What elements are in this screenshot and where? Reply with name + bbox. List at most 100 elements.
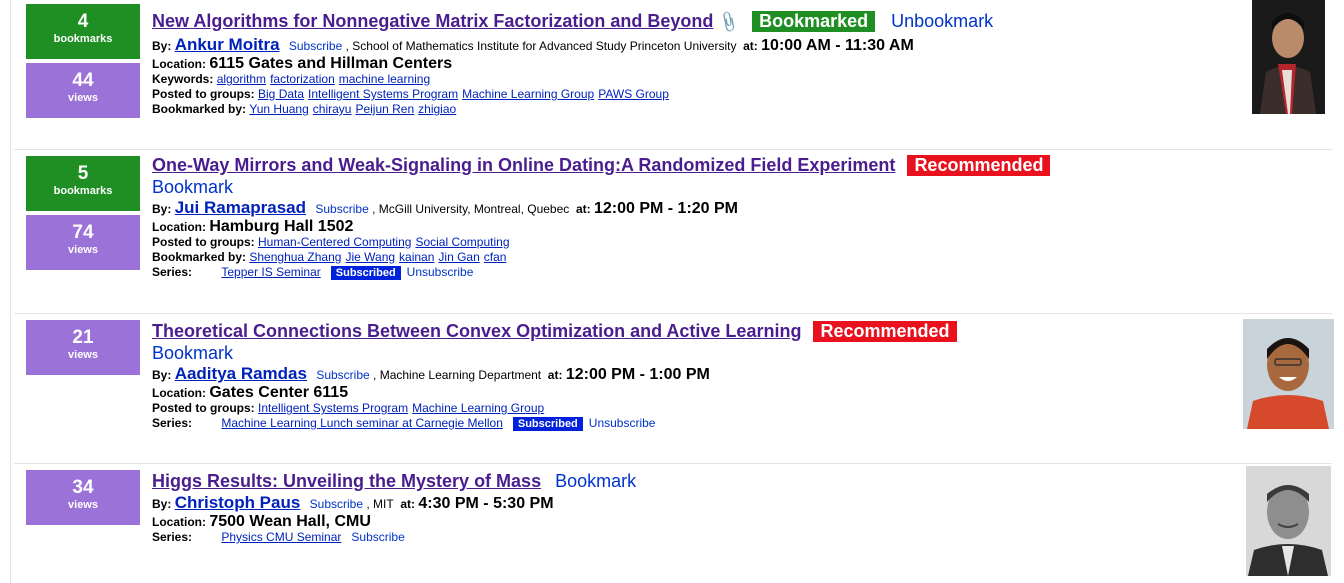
view-count: 44 [72,70,94,91]
talk-item: 5 bookmarks 74 views One-Way Mirrors and… [14,152,1332,312]
subscribe-speaker-link[interactable]: Subscribe [315,202,368,216]
speaker-link[interactable]: Aaditya Ramdas [175,364,307,383]
series-link[interactable]: Tepper IS Seminar [221,265,320,279]
user-link[interactable]: zhigiao [418,102,456,116]
user-link[interactable]: Yun Huang [249,102,308,116]
bookmark-count-label: bookmarks [53,185,113,197]
user-link[interactable]: chirayu [313,102,352,116]
bookmark-link[interactable]: Bookmark [555,471,636,491]
subscribe-speaker-link[interactable]: Subscribe [310,497,363,511]
group-link[interactable]: Intelligent Systems Program [308,87,458,101]
user-link[interactable]: kainan [399,250,434,264]
recommended-badge: Recommended [813,321,957,342]
speaker-photo[interactable] [1252,0,1325,114]
group-link[interactable]: Human-Centered Computing [258,235,411,249]
location-label: Location: [152,220,206,234]
group-link[interactable]: Intelligent Systems Program [258,401,408,415]
view-count-box: 34 views [26,470,140,525]
recommended-badge: Recommended [907,155,1051,176]
series-link[interactable]: Machine Learning Lunch seminar at Carneg… [221,416,503,430]
group-link[interactable]: Machine Learning Group [412,401,544,415]
talk-content: New Algorithms for Nonnegative Matrix Fa… [152,9,1332,117]
talk-stats: 5 bookmarks 74 views [26,156,140,274]
groups-label: Posted to groups: [152,235,255,249]
talk-time: 12:00 PM - 1:00 PM [565,366,710,383]
view-count: 74 [72,222,94,243]
by-label: By: [152,497,172,511]
talk-title-link[interactable]: New Algorithms for Nonnegative Matrix Fa… [152,11,713,31]
groups-label: Posted to groups: [152,401,255,415]
user-link[interactable]: Jie Wang [345,250,395,264]
view-count-label: views [68,349,98,361]
bookmark-link[interactable]: Bookmark [152,343,1332,364]
group-link[interactable]: Machine Learning Group [462,87,594,101]
series-link[interactable]: Physics CMU Seminar [221,530,341,544]
location-label: Location: [152,386,206,400]
speaker-affiliation: , McGill University, Montreal, Quebec [372,202,570,216]
subscribed-badge: Subscribed [512,417,583,431]
subscribed-badge: Subscribed [330,266,401,280]
talk-title-link[interactable]: Higgs Results: Unveiling the Mystery of … [152,471,541,491]
bookmarked-by-label: Bookmarked by: [152,250,247,264]
group-link[interactable]: PAWS Group [598,87,669,101]
speaker-link[interactable]: Ankur Moitra [175,35,280,54]
keyword-link[interactable]: algorithm [217,72,266,86]
group-link[interactable]: Social Computing [415,235,509,249]
series-label: Series: [152,530,193,544]
user-link[interactable]: Peijun Ren [355,102,414,116]
speaker-affiliation: , School of Mathematics Institute for Ad… [345,39,737,53]
talk-location: Gates Center 6115 [209,384,349,401]
series-label: Series: [152,265,193,279]
keyword-link[interactable]: factorization [270,72,335,86]
speaker-photo[interactable] [1246,466,1331,576]
talk-item: 4 bookmarks 44 views New Algorithms for … [14,0,1332,148]
groups-label: Posted to groups: [152,87,255,101]
talk-stats: 34 views [26,470,140,529]
speaker-link[interactable]: Christoph Paus [175,493,301,512]
subscribe-series-link[interactable]: Subscribe [351,530,404,544]
talk-content: One-Way Mirrors and Weak-Signaling in On… [152,153,1332,280]
keyword-link[interactable]: machine learning [339,72,430,86]
by-label: By: [152,202,172,216]
unsubscribe-link[interactable]: Unsubscribe [407,265,474,279]
user-link[interactable]: Jin Gan [438,250,479,264]
bookmark-count-box: 4 bookmarks [26,4,140,59]
user-link[interactable]: Shenghua Zhang [249,250,341,264]
bookmark-count: 5 [77,163,89,184]
speaker-affiliation: , MIT [366,497,394,511]
at-label: at: [400,497,416,511]
view-count-label: views [68,244,98,256]
divider [14,313,1332,314]
user-link[interactable]: cfan [484,250,507,264]
at-label: at: [575,202,591,216]
subscribe-speaker-link[interactable]: Subscribe [289,39,342,53]
series-label: Series: [152,416,193,430]
talk-stats: 21 views [26,320,140,379]
subscribe-speaker-link[interactable]: Subscribe [316,368,369,382]
view-count-label: views [68,92,98,104]
view-count: 34 [72,477,94,498]
divider [14,463,1332,464]
group-link[interactable]: Big Data [258,87,304,101]
bookmark-link[interactable]: Bookmark [152,177,1332,198]
location-label: Location: [152,515,206,529]
unbookmark-link[interactable]: Unbookmark [891,11,993,31]
talk-content: Higgs Results: Unveiling the Mystery of … [152,469,1332,545]
attachment-icon[interactable]: 📎 [715,8,743,38]
talk-title-link[interactable]: One-Way Mirrors and Weak-Signaling in On… [152,155,895,175]
speaker-affiliation: , Machine Learning Department [373,368,542,382]
talk-title-link[interactable]: Theoretical Connections Between Convex O… [152,321,801,341]
speaker-photo[interactable] [1243,319,1334,429]
talk-location: 6115 Gates and Hillman Centers [209,55,453,72]
bookmarked-by-label: Bookmarked by: [152,102,247,116]
bookmark-count-label: bookmarks [53,33,113,45]
talk-location: 7500 Wean Hall, CMU [209,513,371,530]
speaker-link[interactable]: Jui Ramaprasad [175,198,306,217]
talk-stats: 4 bookmarks 44 views [26,4,140,122]
talk-location: Hamburg Hall 1502 [209,218,354,235]
talk-item: 21 views Theoretical Connections Between… [14,316,1334,464]
unsubscribe-link[interactable]: Unsubscribe [589,416,656,430]
view-count-box: 21 views [26,320,140,375]
location-label: Location: [152,57,206,71]
view-count-box: 74 views [26,215,140,270]
